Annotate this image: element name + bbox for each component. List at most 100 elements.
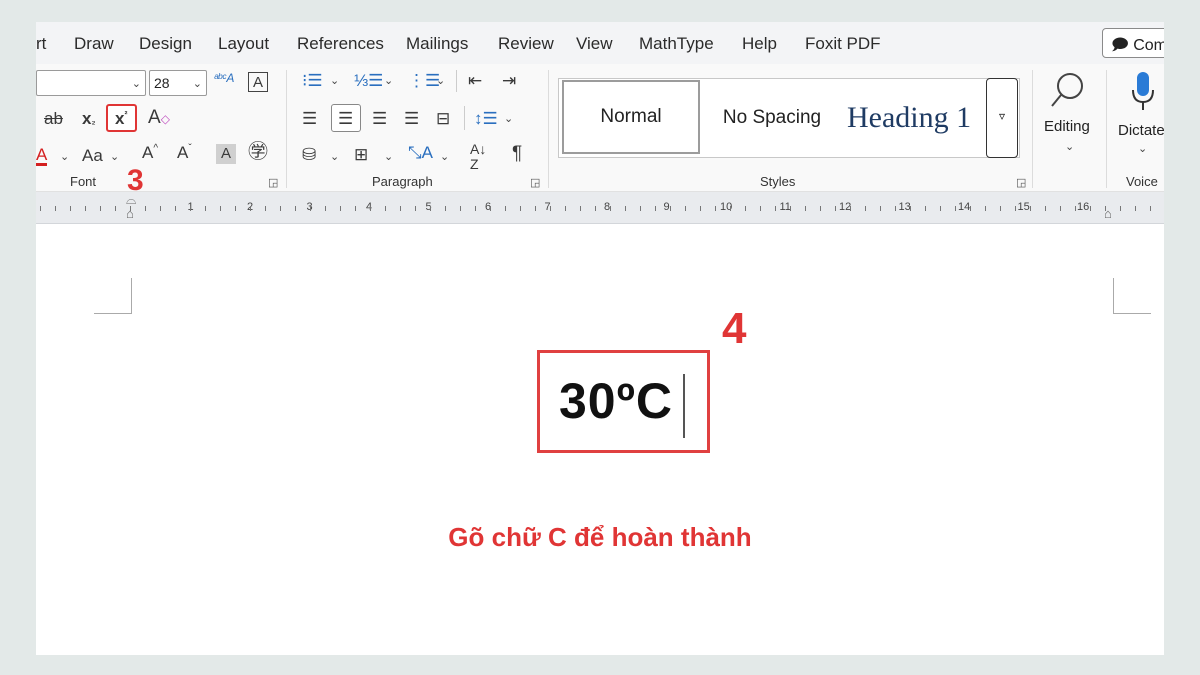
tab-help[interactable]: Help [742,34,777,54]
step-4-marker: 4 [722,304,747,353]
asian-layout-icon[interactable]: ⤡A [408,144,433,161]
justify-icon[interactable]: ☰ [404,110,419,127]
numbering-icon[interactable]: ⅓☰ [354,72,383,89]
align-right-icon[interactable]: ☰ [372,110,387,127]
tab-view[interactable]: View [576,34,613,54]
ruler-tick [70,206,71,211]
align-center-icon: ☰ [338,109,354,128]
style-normal[interactable]: Normal [562,80,700,154]
tab-design[interactable]: Design [139,34,192,54]
ruler-tick [205,206,206,211]
styles-more-button[interactable]: ▿ [986,78,1018,158]
ruler-tick [1120,206,1121,211]
tab-mailings[interactable]: Mailings [406,34,468,54]
word-window: rt Draw Design Layout References Mailing… [36,22,1164,655]
style-no-spacing[interactable]: No Spacing [706,79,838,157]
style-heading-1[interactable]: Heading 1 [841,79,991,157]
ruler-tick [670,206,671,211]
ruler-tick [835,206,836,211]
chevron-down-icon[interactable]: ⌄ [436,76,445,87]
line-spacing-icon[interactable]: ↕☰ [474,110,498,127]
ruler-tick [115,206,116,211]
temperature-text[interactable]: 30ºC [559,372,673,430]
home-ribbon: ⌄ 28 ⌄ ᵃᵇᶜA A ab x₂ x² A◇ A ⌄ Aa ⌄ A^ Aˇ… [36,64,1164,197]
chevron-down-icon[interactable]: ⌄ [384,152,393,163]
font-group-label: Font [70,174,97,189]
separator [456,70,457,92]
ruler-tick [625,206,626,211]
shading-bucket-icon[interactable]: ⛁ [302,146,316,163]
ruler-tick [475,206,476,211]
instruction-caption: Gõ chữ C để hoàn thành [448,522,752,552]
character-border-icon[interactable]: A [248,72,268,92]
chevron-down-icon[interactable]: ⌄ [384,76,393,87]
styles-dialog-launcher-icon[interactable]: ◲ [1016,176,1026,189]
search-icon [1051,73,1083,107]
document-page[interactable]: 4 30ºC Gõ chữ C để hoàn thành [36,224,1164,655]
font-size-dropdown[interactable]: 28 ⌄ [149,70,207,96]
chevron-down-icon[interactable]: ⌄ [60,152,69,163]
font-size-value: 28 [154,75,170,91]
editing-label: Editing [1044,118,1090,135]
ruler-tick [265,206,266,211]
expand-gallery-icon: ▿ [998,109,1006,123]
strikethrough-icon[interactable]: ab [44,110,63,127]
change-case-abc-icon[interactable]: ᵃᵇᶜA [214,72,234,84]
font-color-icon[interactable]: A [36,146,48,166]
paragraph-group-label: Paragraph [372,174,433,189]
tab-foxit-pdf[interactable]: Foxit PDF [805,34,881,54]
chevron-down-icon[interactable]: ⌄ [440,152,449,163]
chevron-down-icon[interactable]: ⌄ [330,152,339,163]
align-left-icon[interactable]: ☰ [302,110,317,127]
paragraph-dialog-launcher-icon[interactable]: ◲ [530,176,540,189]
subscript-icon[interactable]: x₂ [82,110,95,127]
clear-formatting-icon[interactable]: A◇ [148,108,170,127]
ruler-tick [745,206,746,211]
ruler-tick [85,206,86,211]
font-name-dropdown[interactable]: ⌄ [36,70,146,96]
chevron-down-icon[interactable]: ⌄ [504,114,513,125]
superscript-button[interactable]: x² [106,104,137,132]
ruler-tick [100,206,101,211]
microphone-icon [1132,72,1154,110]
ruler-tick [490,206,491,211]
change-case-button[interactable]: Aa [82,147,103,164]
tab-mathtype[interactable]: MathType [639,34,714,54]
borders-icon[interactable]: ⊞ [354,146,368,163]
group-separator [1032,70,1033,188]
chevron-down-icon[interactable]: ⌄ [110,152,119,163]
tab-layout[interactable]: Layout [218,34,269,54]
ruler-tick [430,206,431,211]
grow-font-icon[interactable]: A^ [142,144,158,162]
shrink-font-icon[interactable]: Aˇ [177,144,192,162]
distributed-icon[interactable]: ⊟ [436,110,450,127]
group-separator [1106,70,1107,188]
chevron-down-icon[interactable]: ⌄ [330,76,339,87]
center-align-button[interactable]: ☰ [331,104,361,132]
bullets-icon[interactable]: ⁝☰ [302,72,323,89]
editing-button[interactable]: Editing ⌄ [1040,70,1096,170]
decrease-indent-icon[interactable]: ⇤ [468,72,482,89]
tab-draw[interactable]: Draw [74,34,114,54]
ribbon-tabs: rt Draw Design Layout References Mailing… [36,22,1164,64]
ruler-tick [1060,206,1061,211]
ruler-tick [820,206,821,211]
chevron-down-icon: ⌄ [131,78,141,90]
dictate-button[interactable]: Dictate ⌄ [1114,70,1164,170]
ruler-number: 13 [898,201,911,213]
group-separator [286,70,287,188]
increase-indent-icon[interactable]: ⇥ [502,72,516,89]
font-dialog-launcher-icon[interactable]: ◲ [268,176,278,189]
character-shading-icon[interactable]: A [216,144,236,164]
sort-icon[interactable]: A↓ Z [470,142,486,172]
comments-button[interactable]: 🗩 Com [1102,28,1164,58]
ruler-tick [760,206,761,211]
horizontal-ruler[interactable]: ⌓ ⌂ ⌂ 12345678910111213141516 [36,192,1164,224]
enclose-characters-icon[interactable]: ㊫ [248,142,268,162]
ruler-tick [1075,206,1076,211]
tab-review[interactable]: Review [498,34,554,54]
tab-insert[interactable]: rt [36,34,46,54]
tab-references[interactable]: References [297,34,384,54]
ruler-tick [610,206,611,211]
show-formatting-marks-icon[interactable]: ¶ [512,144,522,163]
